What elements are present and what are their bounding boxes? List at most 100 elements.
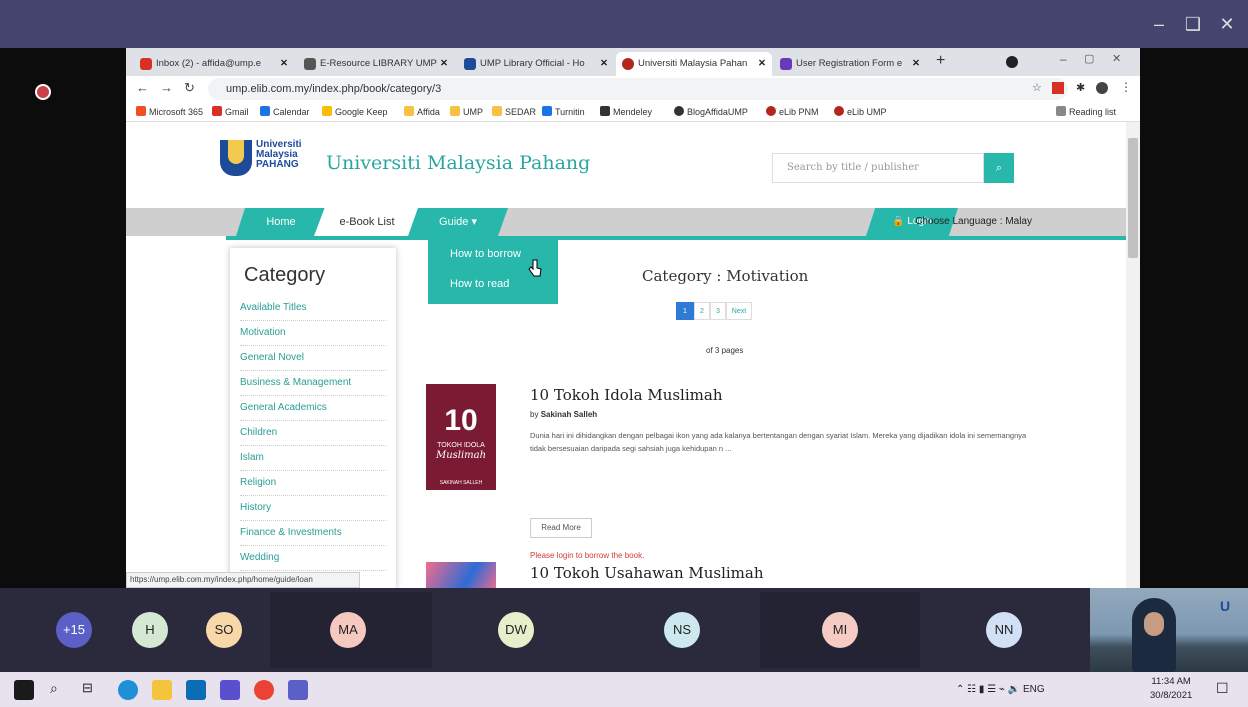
- video-logo: U: [1220, 598, 1231, 614]
- clock[interactable]: 11:34 AM 30/8/2021: [1150, 675, 1192, 703]
- bookmark-keep[interactable]: Google Keep: [322, 106, 388, 117]
- close-tab-icon[interactable]: ✕: [440, 52, 448, 76]
- search-icon: ⌕: [995, 162, 1003, 174]
- bookmark-ump[interactable]: UMP: [450, 106, 483, 117]
- scrollbar-thumb[interactable]: [1128, 138, 1138, 258]
- close-button[interactable]: ✕: [1212, 10, 1242, 38]
- participants-bar: [0, 588, 1248, 672]
- bookmark-sedar[interactable]: SEDAR: [492, 106, 536, 117]
- chrome-icon[interactable]: [254, 680, 274, 700]
- search-input[interactable]: Search by title / publisher: [772, 153, 984, 183]
- close-tab-icon[interactable]: ✕: [912, 52, 920, 76]
- participant-avatar[interactable]: NS: [664, 612, 700, 648]
- search-icon[interactable]: ⌕: [50, 680, 58, 697]
- restore-button[interactable]: ❑: [1178, 10, 1208, 38]
- page-1[interactable]: 1: [676, 302, 694, 320]
- nav-guide[interactable]: Guide ▾: [408, 208, 508, 236]
- bookmark-calendar[interactable]: Calendar: [260, 106, 310, 117]
- book-title[interactable]: 10 Tokoh Usahawan Muslimah: [530, 564, 764, 582]
- category-general-novel[interactable]: General Novel: [240, 346, 386, 371]
- app-icon[interactable]: [220, 680, 240, 700]
- category-business[interactable]: Business & Management: [240, 371, 386, 396]
- category-islam[interactable]: Islam: [240, 446, 386, 471]
- category-available-titles[interactable]: Available Titles: [240, 296, 386, 321]
- book-cover[interactable]: 10 TOKOH IDOLA Muslimah SAKINAH SALLEH: [426, 384, 496, 490]
- nav-ebook-list[interactable]: e-Book List: [314, 208, 420, 236]
- language-indicator[interactable]: ENG: [1023, 684, 1045, 695]
- reload-icon[interactable]: ↻: [184, 80, 195, 96]
- close-tab-icon[interactable]: ✕: [280, 52, 288, 76]
- back-icon[interactable]: ←: [136, 80, 149, 95]
- nav-home[interactable]: Home: [236, 208, 326, 236]
- tab-label: UMP Library Official - Ho: [480, 58, 585, 69]
- close-tab-icon[interactable]: ✕: [758, 52, 766, 76]
- read-more-button[interactable]: Read More: [530, 518, 592, 538]
- profile-indicator-icon[interactable]: [1006, 56, 1018, 68]
- star-icon[interactable]: ☆: [1032, 81, 1042, 94]
- hand-cursor-icon: [528, 259, 542, 277]
- extensions-puzzle-icon[interactable]: ✱: [1076, 81, 1085, 94]
- category-motivation[interactable]: Motivation: [240, 321, 386, 346]
- windows-start-icon[interactable]: [14, 680, 34, 700]
- participant-avatar[interactable]: DW: [498, 612, 534, 648]
- book-cover[interactable]: [426, 562, 496, 588]
- bookmark-elib-pnm[interactable]: eLib PNM: [766, 106, 819, 117]
- tray-icons[interactable]: ⌃ ☷ ▮ ☰ ⌁ 🔉: [956, 684, 1020, 695]
- edge-icon[interactable]: [118, 680, 138, 700]
- shared-screen-margin-left: [0, 48, 126, 588]
- tab-gmail[interactable]: Inbox (2) - affida@ump.e ✕: [134, 52, 294, 76]
- tab-ump-library[interactable]: UMP Library Official - Ho ✕: [458, 52, 614, 76]
- mail-icon[interactable]: [186, 680, 206, 700]
- category-history[interactable]: History: [240, 496, 386, 521]
- profile-avatar-icon[interactable]: [1096, 82, 1108, 94]
- search-button[interactable]: ⌕: [984, 153, 1014, 183]
- page-2[interactable]: 2: [694, 302, 710, 320]
- notifications-icon[interactable]: ☐: [1216, 680, 1229, 697]
- file-explorer-icon[interactable]: [152, 680, 172, 700]
- recording-icon: [35, 84, 51, 100]
- page-next[interactable]: Next: [726, 302, 752, 320]
- more-participants-avatar[interactable]: +15: [56, 612, 92, 648]
- bookmark-turnitin[interactable]: Turnitin: [542, 106, 585, 117]
- close-tab-icon[interactable]: ✕: [600, 52, 608, 76]
- participant-avatar[interactable]: H: [132, 612, 168, 648]
- system-tray[interactable]: ⌃ ☷ ▮ ☰ ⌁ 🔉 ENG: [956, 684, 1045, 695]
- minimize-button[interactable]: –: [1144, 10, 1174, 38]
- tab-elib-active[interactable]: Universiti Malaysia Pahan ✕: [616, 52, 772, 76]
- browser-close-icon[interactable]: ✕: [1112, 52, 1121, 65]
- bookmark-mendeley[interactable]: Mendeley: [600, 106, 652, 117]
- bookmark-microsoft365[interactable]: Microsoft 365: [136, 106, 203, 117]
- cover-text: TOKOH IDOLA: [437, 442, 485, 449]
- teams-icon[interactable]: [288, 680, 308, 700]
- browser-restore-icon[interactable]: ▢: [1084, 52, 1094, 65]
- menu-how-to-read[interactable]: How to read: [450, 278, 509, 290]
- participant-avatar[interactable]: MI: [822, 612, 858, 648]
- bookmark-blog[interactable]: BlogAffidaUMP: [674, 106, 748, 117]
- browser-minimize-icon[interactable]: –: [1060, 52, 1067, 66]
- category-religion[interactable]: Religion: [240, 471, 386, 496]
- category-children[interactable]: Children: [240, 421, 386, 446]
- bookmark-gmail[interactable]: Gmail: [212, 106, 249, 117]
- book-title[interactable]: 10 Tokoh Idola Muslimah: [530, 386, 722, 404]
- language-selector[interactable]: Choose Language : Malay: [872, 208, 1032, 236]
- menu-how-to-borrow[interactable]: How to borrow: [450, 248, 521, 260]
- participant-avatar[interactable]: NN: [986, 612, 1022, 648]
- bookmark-affida[interactable]: Affida: [404, 106, 440, 117]
- category-finance[interactable]: Finance & Investments: [240, 521, 386, 546]
- participant-avatar[interactable]: SO: [206, 612, 242, 648]
- new-tab-button[interactable]: +: [936, 52, 945, 70]
- tab-forms[interactable]: User Registration Form e ✕: [774, 52, 926, 76]
- category-wedding[interactable]: Wedding: [240, 546, 386, 571]
- reading-list[interactable]: Reading list: [1056, 106, 1116, 117]
- address-bar[interactable]: ump.elib.com.my/index.php/book/category/…: [208, 78, 1068, 100]
- page-3[interactable]: 3: [710, 302, 726, 320]
- tab-eresource[interactable]: E-Resource LIBRARY UMP ✕: [298, 52, 454, 76]
- menu-kebab-icon[interactable]: ⋮: [1120, 80, 1132, 94]
- category-general-academics[interactable]: General Academics: [240, 396, 386, 421]
- cover-author: SAKINAH SALLEH: [439, 480, 483, 486]
- participant-avatar[interactable]: MA: [330, 612, 366, 648]
- extension-icon[interactable]: [1052, 82, 1064, 94]
- task-view-icon[interactable]: ⊟: [82, 680, 93, 696]
- bookmark-elib-ump[interactable]: eLib UMP: [834, 106, 887, 117]
- forward-icon[interactable]: →: [160, 80, 173, 95]
